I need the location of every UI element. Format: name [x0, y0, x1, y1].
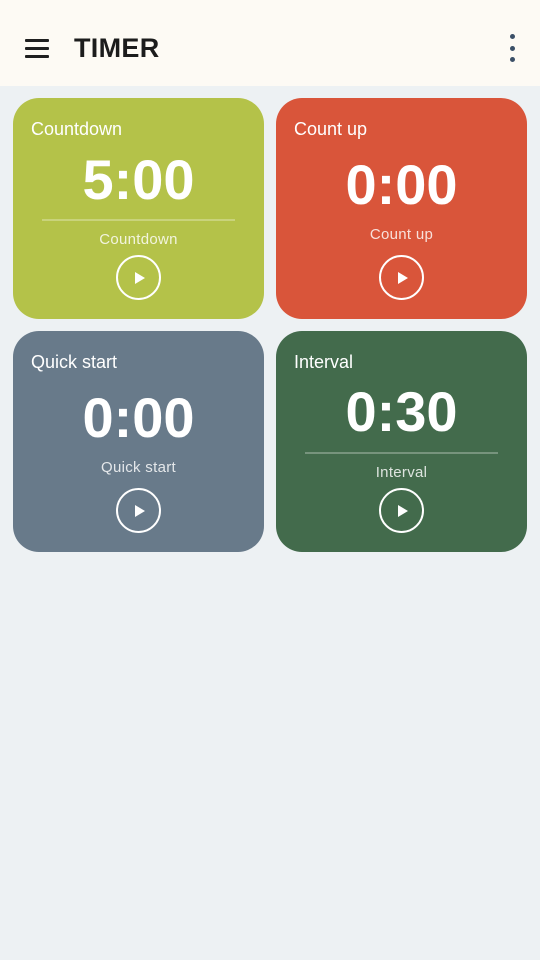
tile-divider	[305, 452, 498, 454]
tile-time: 0:00	[82, 386, 195, 449]
play-icon	[135, 271, 145, 284]
hamburger-menu-icon[interactable]	[14, 28, 60, 68]
tile-time: 0:00	[345, 153, 458, 216]
tile-time: 0:30	[345, 380, 458, 443]
tile-subtitle: Count up	[369, 226, 434, 243]
tile-subtitle: Quick start	[101, 459, 176, 476]
tile-time: 5:00	[82, 148, 195, 211]
play-icon	[398, 504, 408, 517]
tile-name: Quick start	[31, 352, 118, 372]
play-button[interactable]	[379, 255, 424, 300]
app-bar: TIMER	[0, 0, 540, 86]
overflow-dot	[509, 34, 515, 39]
menu-bar-line	[25, 54, 49, 58]
tile-subtitle: Countdown	[99, 231, 178, 248]
play-icon	[135, 504, 145, 517]
tile-divider	[42, 219, 235, 221]
timer-tile-quick-start[interactable]: Quick start 0:00 Quick start	[13, 331, 264, 552]
timer-tile-interval[interactable]: Interval 0:30 Interval	[276, 331, 527, 552]
play-icon	[398, 271, 408, 284]
play-button[interactable]	[379, 488, 424, 533]
play-button[interactable]	[116, 255, 161, 300]
more-vertical-icon[interactable]	[506, 34, 518, 62]
tile-name: Interval	[294, 352, 354, 372]
menu-bar-line	[25, 38, 49, 42]
tile-subtitle: Interval	[375, 464, 428, 481]
app-title: TIMER	[74, 33, 160, 63]
play-button[interactable]	[116, 488, 161, 533]
tile-name: Countdown	[31, 119, 123, 139]
timer-tile-countdown[interactable]: Countdown 5:00 Countdown	[13, 98, 264, 319]
timer-tile-count-up[interactable]: Count up 0:00 Count up	[276, 98, 527, 319]
tile-name: Count up	[294, 119, 368, 139]
overflow-dot	[509, 45, 515, 51]
menu-bar-line	[25, 46, 49, 50]
overflow-dot	[509, 57, 515, 62]
